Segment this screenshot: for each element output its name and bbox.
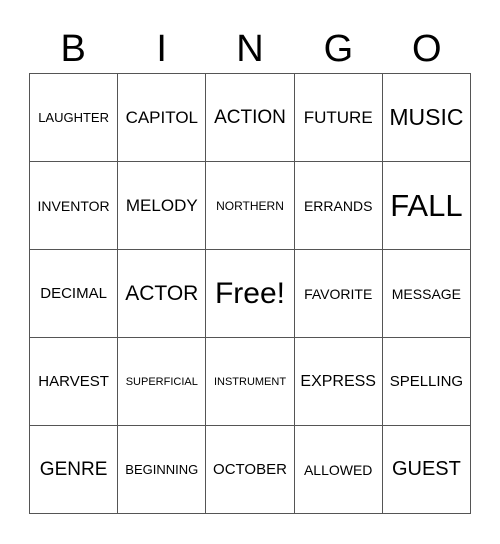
bingo-cell[interactable]: MUSIC <box>382 74 471 162</box>
bingo-cell[interactable]: OCTOBER <box>206 426 295 514</box>
bingo-card: LAUGHTER CAPITOL ACTION FUTURE MUSIC INV… <box>29 73 471 514</box>
header-letter-n: N <box>236 28 264 70</box>
bingo-cell[interactable]: FAVORITE <box>294 250 383 338</box>
bingo-cell[interactable]: NORTHERN <box>206 162 295 250</box>
bingo-cell[interactable]: SUPERFICIAL <box>118 338 207 426</box>
bingo-cell[interactable]: ERRANDS <box>294 162 383 250</box>
bingo-cell[interactable]: EXPRESS <box>294 338 383 426</box>
bingo-cell[interactable]: GENRE <box>30 426 119 514</box>
header-letter-o: O <box>412 28 442 70</box>
bingo-cell[interactable]: FALL <box>382 162 471 250</box>
bingo-cell[interactable]: SPELLING <box>382 338 471 426</box>
bingo-cell[interactable]: INVENTOR <box>30 162 119 250</box>
bingo-cell[interactable]: HARVEST <box>30 338 119 426</box>
bingo-cell[interactable]: LAUGHTER <box>30 74 119 162</box>
header-letter-i: I <box>156 28 167 70</box>
bingo-cell[interactable]: BEGINNING <box>118 426 207 514</box>
bingo-cell[interactable]: ALLOWED <box>294 426 383 514</box>
bingo-header: B I N G O <box>29 26 471 72</box>
header-letter-g: G <box>323 28 354 70</box>
header-letter-b: B <box>60 28 86 70</box>
bingo-cell[interactable]: CAPITOL <box>118 74 207 162</box>
bingo-cell[interactable]: GUEST <box>382 426 471 514</box>
bingo-cell[interactable]: ACTOR <box>118 250 207 338</box>
bingo-cell[interactable]: DECIMAL <box>30 250 119 338</box>
bingo-cell[interactable]: INSTRUMENT <box>206 338 295 426</box>
bingo-cell[interactable]: MESSAGE <box>382 250 471 338</box>
bingo-cell[interactable]: FUTURE <box>294 74 383 162</box>
free-space[interactable]: Free! <box>206 250 295 338</box>
bingo-cell[interactable]: MELODY <box>118 162 207 250</box>
bingo-cell[interactable]: ACTION <box>206 74 295 162</box>
